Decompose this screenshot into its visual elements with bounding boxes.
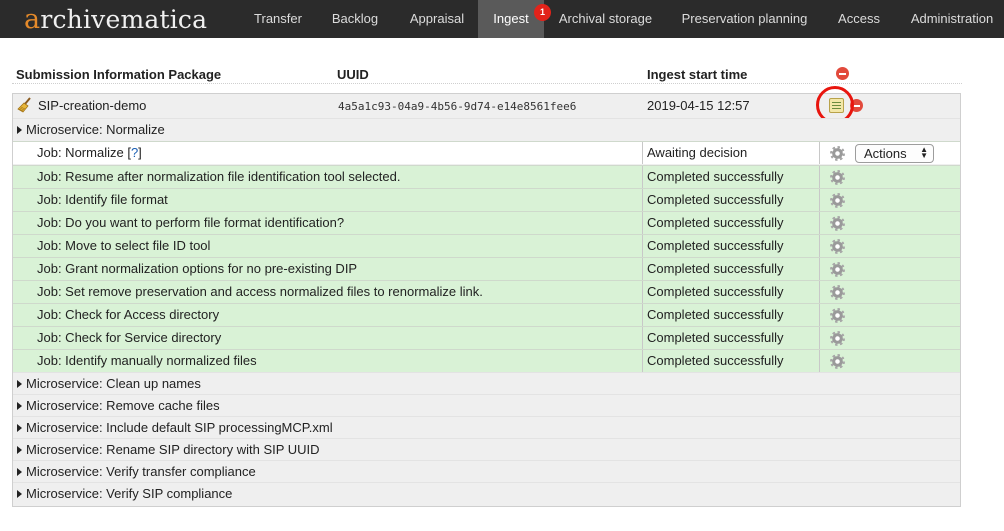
expand-triangle-icon (17, 402, 22, 410)
expand-triangle-icon (17, 490, 22, 498)
job-row: Job: Identify file format Completed succ… (13, 188, 960, 211)
nav-appraisal[interactable]: Appraisal (398, 0, 476, 38)
job-row: Job: Check for Access directory Complete… (13, 303, 960, 326)
gear-icon[interactable] (830, 193, 845, 208)
nav-transfer[interactable]: Transfer (242, 0, 314, 38)
job-name: Job: Resume after normalization file ide… (13, 166, 643, 188)
job-status: Completed successfully (644, 304, 820, 326)
sip-uuid: 4a5a1c93-04a9-4b56-9d74-e14e8561fee6 (338, 100, 577, 113)
expand-triangle-icon (17, 380, 22, 388)
broom-icon (17, 97, 31, 113)
job-row: Job: Do you want to perform file format … (13, 211, 960, 234)
job-row: Job: Set remove preservation and access … (13, 280, 960, 303)
job-row: Job: Resume after normalization file ide… (13, 165, 960, 188)
microservice-normalize[interactable]: Microservice: Normalize (13, 118, 960, 140)
gear-icon[interactable] (830, 170, 845, 185)
expand-triangle-icon (17, 126, 22, 134)
archivematica-logo[interactable]: archivematica (24, 4, 207, 35)
job-row: Job: Move to select file ID tool Complet… (13, 234, 960, 257)
microservice-verify-sip-compliance[interactable]: Microservice: Verify SIP compliance (13, 482, 960, 504)
job-status: Completed successfully (644, 212, 820, 234)
microservice-remove-cache-files[interactable]: Microservice: Remove cache files (13, 394, 960, 416)
job-row: Job: Grant normalization options for no … (13, 257, 960, 280)
nav-administration[interactable]: Administration (900, 0, 1004, 38)
header-divider (12, 83, 962, 84)
job-name: Job: Normalize [?] (13, 142, 643, 164)
job-status: Completed successfully (644, 166, 820, 188)
job-status: Completed successfully (644, 189, 820, 211)
job-name: Job: Check for Access directory (13, 304, 643, 326)
job-row: Job: Normalize [?] Awaiting decision (13, 141, 960, 164)
job-name: Job: Do you want to perform file format … (13, 212, 643, 234)
expand-triangle-icon (17, 424, 22, 432)
nav-preservation-planning[interactable]: Preservation planning (671, 0, 818, 38)
select-arrows-icon: ▲ ▼ (920, 145, 928, 160)
header-ingest-start-time: Ingest start time (647, 67, 748, 82)
top-nav: archivematica Transfer Backlog Appraisal… (0, 0, 1004, 38)
job-status: Awaiting decision (644, 142, 820, 164)
header-sip: Submission Information Package (16, 67, 222, 82)
sip-start-time: 2019-04-15 12:57 (647, 98, 750, 113)
expand-triangle-icon (17, 468, 22, 476)
job-status: Completed successfully (644, 258, 820, 280)
gear-icon[interactable] (830, 216, 845, 231)
nav-access[interactable]: Access (826, 0, 892, 38)
nav-backlog[interactable]: Backlog (319, 0, 391, 38)
gear-icon[interactable] (830, 146, 845, 161)
microservice-rename-sip-directory[interactable]: Microservice: Rename SIP directory with … (13, 438, 960, 460)
help-link[interactable]: ? (131, 145, 138, 160)
sip-name[interactable]: SIP-creation-demo (38, 98, 146, 113)
gear-icon[interactable] (830, 308, 845, 323)
expand-triangle-icon (17, 446, 22, 454)
gear-icon[interactable] (830, 285, 845, 300)
header-uuid: UUID (337, 67, 369, 82)
nav-archival-storage[interactable]: Archival storage (547, 0, 664, 38)
job-status: Completed successfully (644, 350, 820, 372)
microservice-include-processing-mcp[interactable]: Microservice: Include default SIP proces… (13, 416, 960, 438)
microservice-verify-transfer-compliance[interactable]: Microservice: Verify transfer compliance (13, 460, 960, 482)
job-row: Job: Identify manually normalized files … (13, 349, 960, 372)
job-name: Job: Check for Service directory (13, 327, 643, 349)
remove-all-icon[interactable] (836, 67, 849, 80)
gear-icon[interactable] (830, 331, 845, 346)
job-name: Job: Identify file format (13, 189, 643, 211)
nav-ingest[interactable]: Ingest (478, 0, 544, 38)
job-name: Job: Set remove preservation and access … (13, 281, 643, 303)
job-row: Job: Check for Service directory Complet… (13, 326, 960, 349)
job-name: Job: Move to select file ID tool (13, 235, 643, 257)
job-status: Completed successfully (644, 327, 820, 349)
actions-dropdown[interactable]: Actions ▲ ▼ (855, 144, 934, 163)
gear-icon[interactable] (830, 354, 845, 369)
job-name: Job: Identify manually normalized files (13, 350, 643, 372)
gear-icon[interactable] (830, 262, 845, 277)
job-status: Completed successfully (644, 281, 820, 303)
job-status: Completed successfully (644, 235, 820, 257)
job-name: Job: Grant normalization options for no … (13, 258, 643, 280)
gear-icon[interactable] (830, 239, 845, 254)
microservice-clean-up-names[interactable]: Microservice: Clean up names (13, 372, 960, 394)
